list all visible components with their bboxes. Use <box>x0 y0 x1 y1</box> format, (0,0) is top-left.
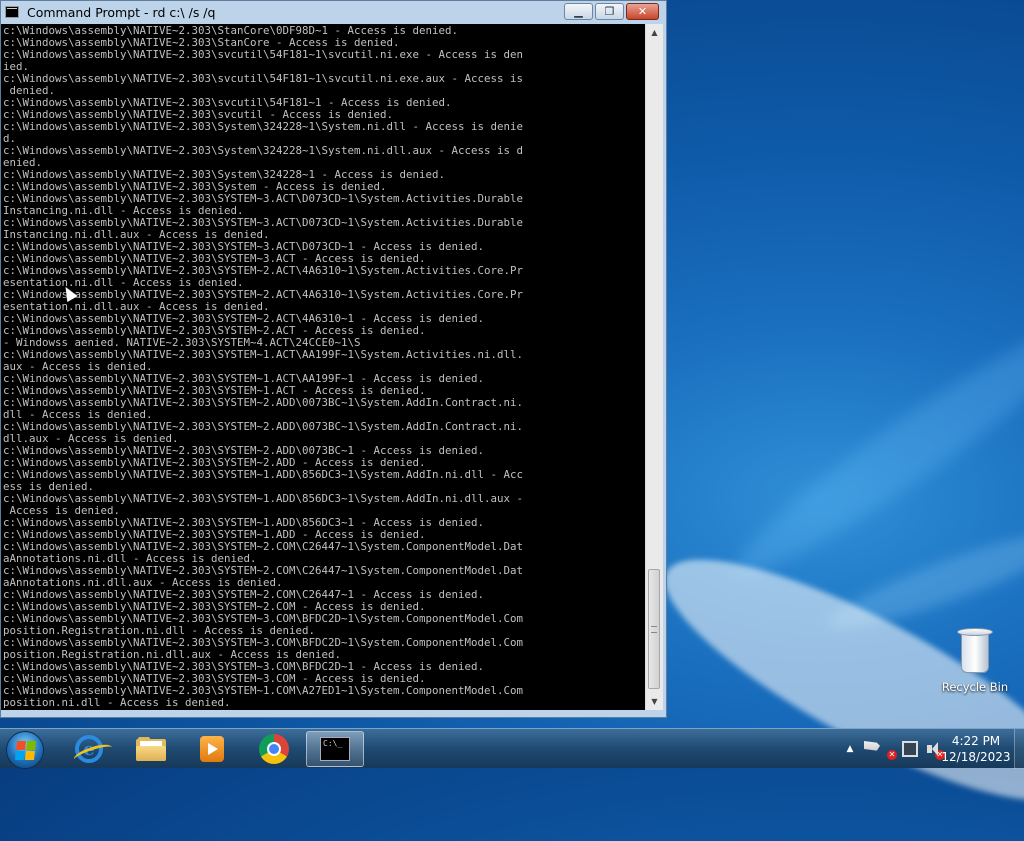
console-line: position.ni.dll - Access is denied. <box>3 696 231 709</box>
maximize-button[interactable]: ❐ <box>595 3 624 20</box>
windows-logo-icon <box>14 740 36 760</box>
media-player-icon <box>200 736 224 762</box>
cmd-window-icon[interactable] <box>5 6 19 18</box>
network-icon[interactable] <box>902 741 918 757</box>
scroll-up-arrow[interactable]: ▲ <box>646 24 663 41</box>
window-title: Command Prompt - rd c:\ /s /q <box>27 4 216 20</box>
system-clock[interactable]: 4:22 PM 12/18/2023 <box>938 733 1014 765</box>
wallpaper-light-streak <box>820 516 1024 644</box>
cmd-icon: C:\_ <box>320 737 350 761</box>
title-bar[interactable]: Command Prompt - rd c:\ /s /q ▁ ❐ ✕ <box>1 1 666 23</box>
console-line: c:\Windows\assembly\NATIVE~2.303\svcutil… <box>3 48 524 61</box>
start-button[interactable] <box>6 731 44 769</box>
system-tray: ▲ ✕ ✕ <box>840 729 946 769</box>
clock-date: 12/18/2023 <box>941 750 1011 764</box>
show-hidden-icons-button[interactable]: ▲ <box>840 744 860 754</box>
console-line: c:\Windows\assembly\NATIVE~2.303\System\… <box>3 144 524 157</box>
console-text: c:\Windows\assembly\NATIVE~2.303\StanCor… <box>1 24 645 709</box>
desktop-icon-label: Recycle Bin <box>941 680 1009 694</box>
window-controls: ▁ ❐ ✕ <box>562 3 659 20</box>
close-button[interactable]: ✕ <box>626 3 659 20</box>
error-badge-icon: ✕ <box>887 750 897 760</box>
chrome-icon <box>259 734 289 764</box>
taskbar-item-command-prompt[interactable]: C:\_ <box>306 731 364 767</box>
vertical-scrollbar[interactable]: ▲ ▼ <box>645 24 663 710</box>
command-prompt-window[interactable]: Command Prompt - rd c:\ /s /q ▁ ❐ ✕ c:\W… <box>0 0 667 718</box>
scroll-down-arrow[interactable]: ▼ <box>646 693 663 710</box>
taskbar-item-internet-explorer[interactable]: e <box>60 731 118 767</box>
folder-icon <box>136 737 166 761</box>
taskbar: e C:\_ ▲ ✕ ✕ 4:22 PM 12/18/2023 <box>0 728 1024 769</box>
console-line: c:\Windows\assembly\NATIVE~2.303\System\… <box>3 120 524 133</box>
desktop-icon-recycle-bin[interactable]: Recycle Bin <box>940 628 1010 694</box>
console-line: c:\Windows\assembly\NATIVE~2.303\svcutil… <box>3 72 524 85</box>
taskbar-item-google-chrome[interactable] <box>245 731 303 767</box>
scroll-thumb[interactable] <box>648 569 660 689</box>
clock-time: 4:22 PM <box>951 734 1001 748</box>
taskbar-item-media-player[interactable] <box>183 731 241 767</box>
internet-explorer-icon: e <box>71 735 115 766</box>
minimize-button[interactable]: ▁ <box>564 3 593 20</box>
console-output-area[interactable]: c:\Windows\assembly\NATIVE~2.303\StanCor… <box>1 24 645 710</box>
show-desktop-button[interactable] <box>1014 729 1024 769</box>
taskbar-item-windows-explorer[interactable] <box>122 731 180 767</box>
recycle-bin-icon <box>957 628 993 674</box>
wallpaper-light-streak <box>720 304 1024 596</box>
